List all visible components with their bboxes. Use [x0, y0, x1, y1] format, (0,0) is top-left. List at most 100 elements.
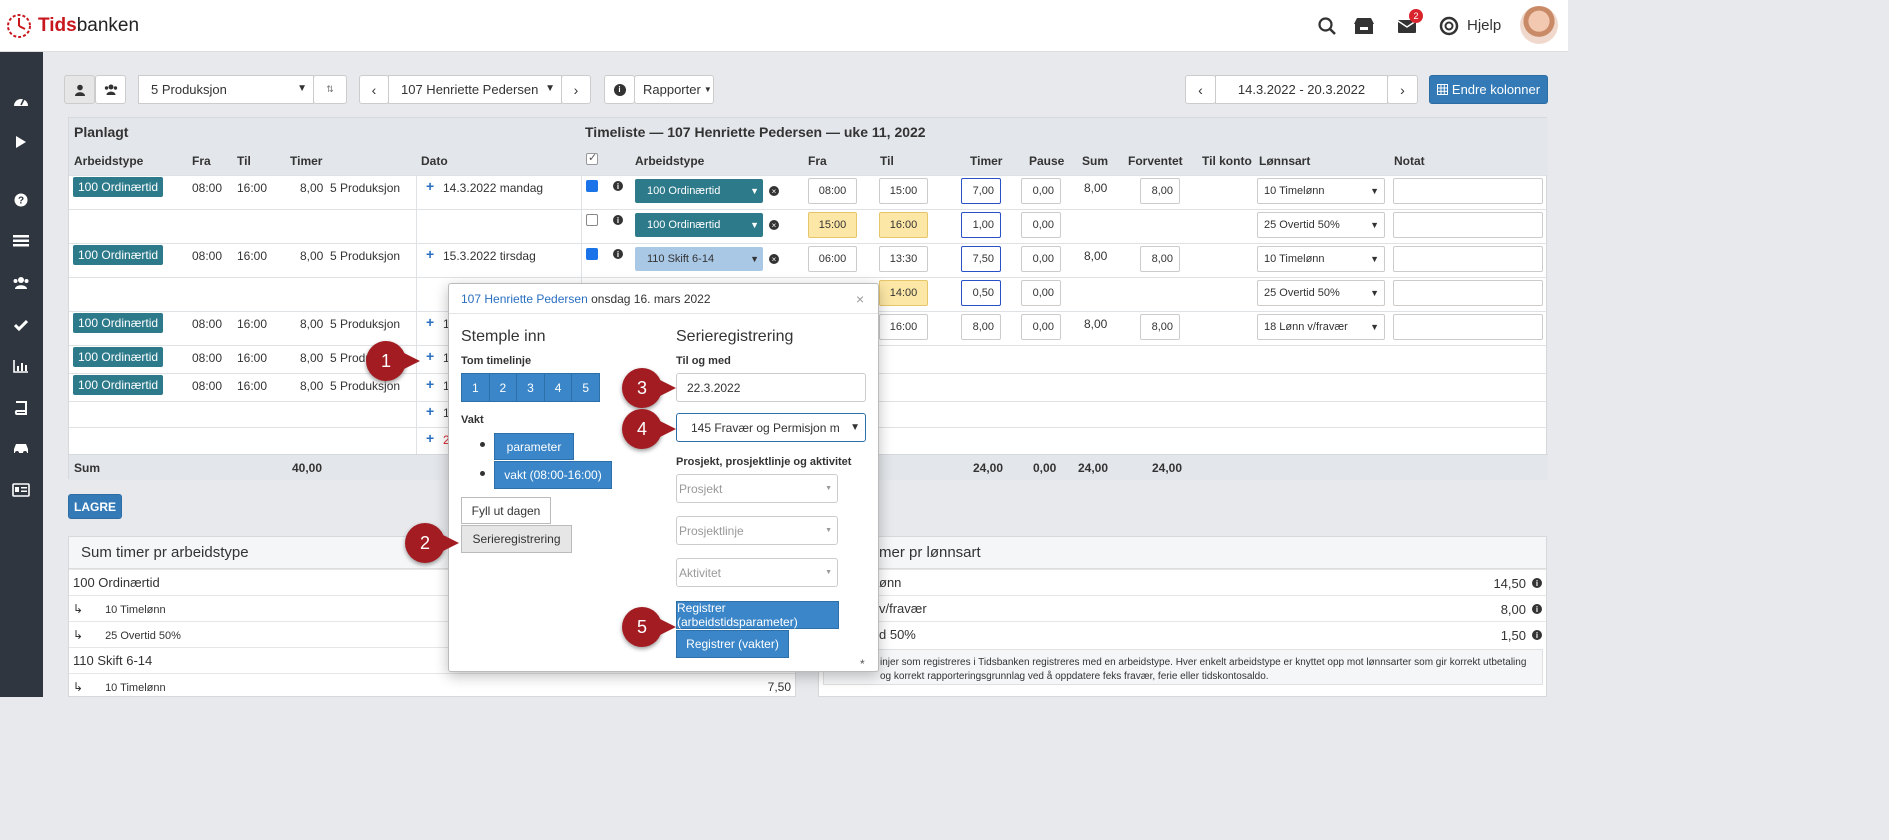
to-input[interactable]: 13:30: [879, 246, 928, 272]
row-checkbox[interactable]: [586, 180, 598, 192]
number-button[interactable]: 4: [544, 374, 573, 401]
dashboard-icon[interactable]: [9, 91, 33, 111]
info-button[interactable]: i: [604, 75, 635, 104]
project-line-select[interactable]: Prosjektlinje ▼: [676, 516, 838, 545]
to-input[interactable]: 15:00: [879, 178, 928, 204]
play-icon[interactable]: [9, 132, 33, 152]
row-checkbox[interactable]: [586, 214, 598, 226]
info-icon[interactable]: i: [613, 181, 623, 191]
reports-dropdown[interactable]: Rapporter ▼: [634, 75, 714, 104]
users-icon[interactable]: [9, 273, 33, 293]
add-line-icon[interactable]: +: [426, 376, 434, 392]
activity-select[interactable]: Aktivitet ▼: [676, 558, 838, 587]
wage-type-select[interactable]: 25 Overtid 50% ▼: [1257, 280, 1385, 306]
expected-input[interactable]: 8,00: [1140, 314, 1180, 340]
register-parameters-button[interactable]: Registrer (arbeidstidsparameter): [676, 601, 839, 629]
note-input[interactable]: [1393, 314, 1543, 340]
date-range-field[interactable]: 14.3.2022 - 20.3.2022: [1215, 75, 1388, 104]
number-button[interactable]: 2: [489, 374, 518, 401]
wage-type-select[interactable]: 10 Timelønn ▼: [1257, 246, 1385, 272]
wage-type-select[interactable]: 10 Timelønn ▼: [1257, 178, 1385, 204]
remove-icon[interactable]: ×: [769, 254, 779, 264]
change-columns-button[interactable]: Endre kolonner: [1429, 75, 1548, 104]
from-input[interactable]: 08:00: [808, 178, 857, 204]
pause-input[interactable]: 0,00: [1021, 314, 1061, 340]
expected-input[interactable]: 8,00: [1140, 178, 1180, 204]
avatar[interactable]: [1520, 6, 1558, 44]
close-icon[interactable]: ×: [856, 291, 864, 307]
note-input[interactable]: [1393, 246, 1543, 272]
next-employee-button[interactable]: ›: [561, 75, 591, 104]
add-line-icon[interactable]: +: [426, 246, 434, 262]
from-input[interactable]: 06:00: [808, 246, 857, 272]
fill-day-button[interactable]: Fyll ut dagen: [461, 497, 551, 524]
number-button[interactable]: 1: [462, 374, 490, 401]
worktype-select[interactable]: 100 Ordinærtid ▼: [635, 213, 763, 237]
wage-type-select[interactable]: 18 Lønn v/fravær ▼: [1257, 314, 1385, 340]
question-icon[interactable]: ?: [9, 190, 33, 210]
info-icon[interactable]: i: [613, 249, 623, 259]
bar-chart-icon[interactable]: [9, 356, 33, 376]
info-icon[interactable]: i: [1532, 630, 1542, 640]
add-line-icon[interactable]: +: [426, 403, 434, 419]
hours-input[interactable]: 7,00: [961, 178, 1001, 204]
from-input[interactable]: 15:00: [808, 212, 857, 238]
worktype-select[interactable]: 110 Skift 6-14 ▼: [635, 247, 763, 271]
to-input[interactable]: 14:00: [879, 280, 928, 306]
to-input[interactable]: 16:00: [879, 314, 928, 340]
car-icon[interactable]: [9, 439, 33, 459]
to-input[interactable]: 16:00: [879, 212, 928, 238]
info-icon[interactable]: i: [1532, 604, 1542, 614]
register-shifts-button[interactable]: Registrer (vakter): [676, 630, 789, 658]
pause-input[interactable]: 0,00: [1021, 246, 1061, 272]
store-icon[interactable]: [1352, 14, 1376, 38]
worktype-select[interactable]: 100 Ordinærtid ▼: [635, 179, 763, 203]
hours-input[interactable]: 1,00: [961, 212, 1001, 238]
hours-input[interactable]: 7,50: [961, 246, 1001, 272]
pause-input[interactable]: 0,00: [1021, 212, 1061, 238]
row-checkbox[interactable]: [586, 248, 598, 260]
filter-sort-button[interactable]: ⇅: [313, 75, 347, 104]
employee-select[interactable]: 107 Henriette Pedersen ▼: [388, 75, 562, 104]
group-toggle[interactable]: [95, 75, 126, 104]
save-button[interactable]: LAGRE: [68, 494, 122, 519]
id-card-icon[interactable]: [9, 480, 33, 500]
help-icon[interactable]: [1437, 14, 1461, 38]
prev-employee-button[interactable]: ‹: [359, 75, 389, 104]
single-user-toggle[interactable]: [64, 75, 95, 104]
number-button[interactable]: 3: [517, 374, 545, 401]
logo[interactable]: Tidsbanken: [6, 12, 139, 40]
help-link[interactable]: Hjelp: [1467, 17, 1501, 34]
hours-input[interactable]: 8,00: [961, 314, 1001, 340]
remove-icon[interactable]: ×: [769, 186, 779, 196]
search-icon[interactable]: [1315, 14, 1339, 38]
list-icon[interactable]: [9, 231, 33, 251]
worktype-series-select[interactable]: 145 Fravær og Permisjon m ▼: [676, 413, 866, 442]
select-all-checkbox[interactable]: ✓: [586, 152, 598, 165]
add-line-icon[interactable]: +: [426, 430, 434, 446]
shift-time-button[interactable]: vakt (08:00-16:00): [494, 461, 612, 489]
wage-type-select[interactable]: 25 Overtid 50% ▼: [1257, 212, 1385, 238]
add-line-icon[interactable]: +: [426, 314, 434, 330]
remove-icon[interactable]: ×: [769, 220, 779, 230]
info-icon[interactable]: i: [1532, 578, 1542, 588]
note-input[interactable]: [1393, 178, 1543, 204]
until-date-input[interactable]: 22.3.2022: [676, 373, 866, 402]
project-select[interactable]: Prosjekt ▼: [676, 474, 838, 503]
info-icon[interactable]: i: [613, 215, 623, 225]
hours-input[interactable]: 0,50: [961, 280, 1001, 306]
add-line-icon[interactable]: +: [426, 348, 434, 364]
shift-parameter-button[interactable]: parameter: [494, 433, 574, 460]
employee-link[interactable]: 107 Henriette Pedersen: [461, 292, 588, 306]
pause-input[interactable]: 0,00: [1021, 178, 1061, 204]
pause-input[interactable]: 0,00: [1021, 280, 1061, 306]
next-week-button[interactable]: ›: [1387, 75, 1418, 104]
number-button[interactable]: 5: [572, 374, 599, 401]
prev-week-button[interactable]: ‹: [1185, 75, 1216, 104]
check-icon[interactable]: [9, 315, 33, 335]
book-icon[interactable]: [9, 398, 33, 418]
note-input[interactable]: [1393, 280, 1543, 306]
department-select[interactable]: 5 Produksjon ▼: [138, 75, 314, 104]
note-input[interactable]: [1393, 212, 1543, 238]
series-registration-button[interactable]: Serieregistrering: [461, 525, 572, 553]
